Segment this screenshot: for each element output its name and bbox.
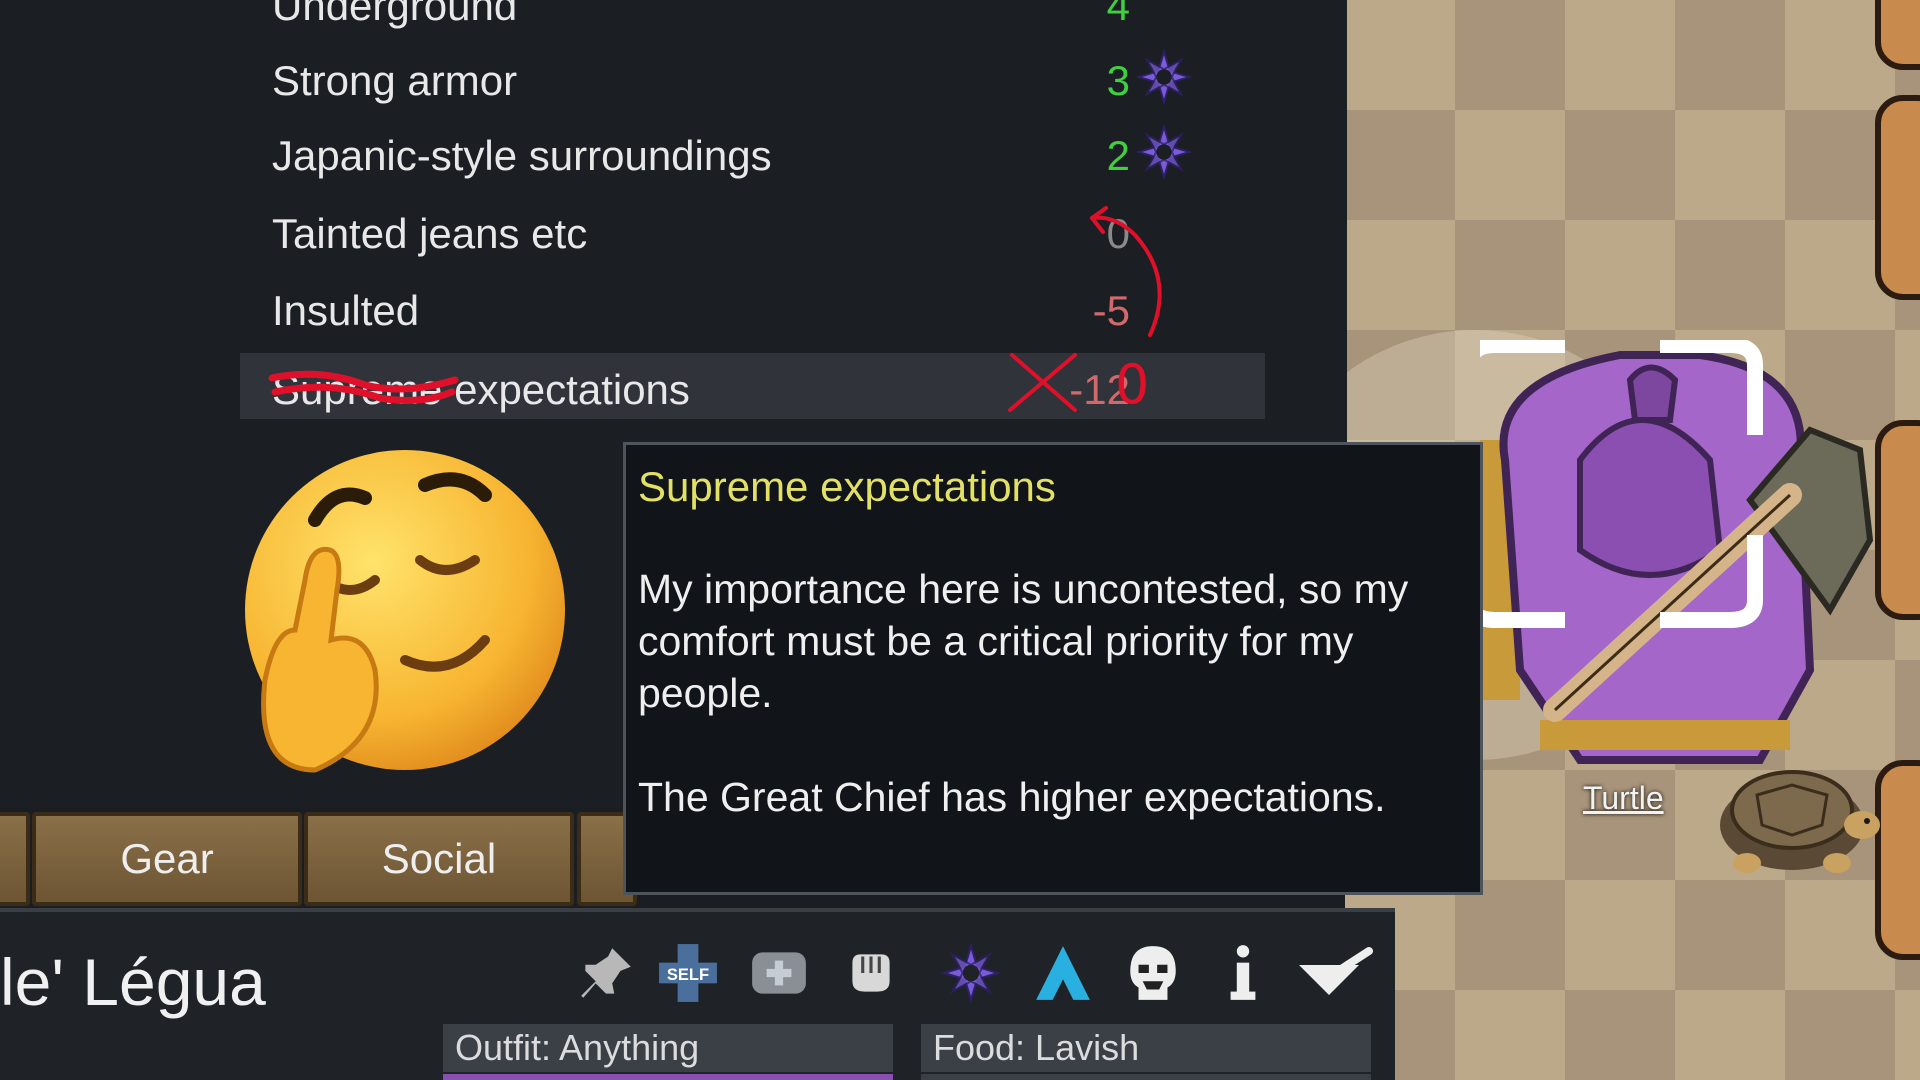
wall-segment — [1875, 0, 1920, 70]
inspect-panel: le' Légua SELF Outfit: Anything Food: La… — [0, 908, 1395, 1080]
need-label: Underground — [272, 0, 518, 29]
need-label: Supreme expectations — [272, 366, 690, 413]
need-value: -12 — [1069, 366, 1130, 413]
ideology-icon[interactable] — [1032, 942, 1094, 1004]
outfit-selector[interactable]: Outfit: Anything — [443, 1024, 893, 1072]
reading-bar[interactable] — [921, 1074, 1371, 1080]
wink-emoji — [245, 450, 565, 773]
fist-icon[interactable] — [840, 942, 902, 1004]
need-label: Tainted jeans etc — [272, 210, 588, 257]
pawn-sprite[interactable] — [1480, 340, 1880, 800]
tooltip-title: Supreme expectations — [638, 463, 1056, 510]
need-label: Japanic-style surroundings — [272, 132, 772, 179]
food-selector[interactable]: Food: Lavish — [921, 1024, 1371, 1072]
pin-icon[interactable] — [575, 942, 637, 1004]
need-value: 3 — [1106, 57, 1130, 104]
medical-icon[interactable] — [748, 942, 810, 1004]
tooltip-note: The Great Chief has higher expectations. — [638, 774, 1386, 820]
pawn-name[interactable]: le' Légua — [0, 944, 266, 1020]
need-value: 2 — [1106, 132, 1130, 179]
need-value: -5 — [1092, 287, 1130, 334]
royalty-star-icon — [1135, 123, 1193, 181]
tab-gear[interactable]: Gear — [32, 812, 302, 906]
skull-icon[interactable] — [1122, 942, 1184, 1004]
info-icon[interactable] — [1212, 942, 1274, 1004]
need-row-underground[interactable]: Underground 4 — [240, 0, 1265, 35]
tooltip: Supreme expectations My importance here … — [623, 442, 1483, 895]
draft-icon[interactable] — [1295, 942, 1373, 1004]
need-row-supreme-expectations[interactable]: Supreme expectations -12 — [240, 353, 1265, 419]
tooltip-description: My importance here is uncontested, so my… — [638, 566, 1409, 716]
svg-text:SELF: SELF — [667, 965, 709, 984]
need-row-insulted[interactable]: Insulted -5 — [240, 274, 1265, 340]
turtle-icon[interactable] — [1712, 755, 1882, 875]
need-value: 0 — [1106, 210, 1130, 257]
royalty-star-icon[interactable] — [940, 942, 1002, 1004]
tab-social[interactable]: Social — [304, 812, 574, 906]
wall-segment — [1875, 420, 1920, 620]
need-row-tainted-jeans[interactable]: Tainted jeans etc 0 — [240, 197, 1265, 263]
need-label: Strong armor — [272, 57, 518, 104]
wall-segment — [1875, 95, 1920, 300]
need-row-japanic-surroundings[interactable]: Japanic-style surroundings 2 — [240, 119, 1265, 185]
self-tend-icon[interactable]: SELF — [657, 942, 719, 1004]
schedule-bar[interactable] — [443, 1074, 893, 1080]
need-value: 4 — [1106, 0, 1130, 29]
tab-left-partial[interactable] — [0, 812, 30, 906]
need-row-strong-armor[interactable]: Strong armor 3 — [240, 44, 1265, 110]
royalty-star-icon — [1135, 48, 1193, 106]
need-label: Insulted — [272, 287, 420, 334]
turtle-label[interactable]: Turtle — [1583, 780, 1664, 817]
